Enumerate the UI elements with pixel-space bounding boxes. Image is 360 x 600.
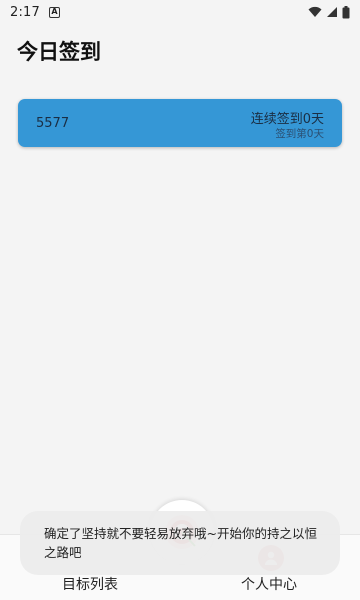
- checkin-number: 5577: [36, 116, 70, 131]
- page-title: 今日签到: [17, 40, 101, 64]
- streak-label: 连续签到0天: [250, 112, 324, 127]
- battery-icon: [342, 5, 350, 18]
- status-bar: 2:17 A: [0, 0, 360, 24]
- checkin-card[interactable]: 5577 连续签到0天 签到第0天: [18, 99, 342, 147]
- checkin-day-label: 签到第0天: [275, 128, 324, 140]
- toast-message: 确定了坚持就不要轻易放弃哦~开始你的持之以恒之路吧: [20, 511, 340, 575]
- status-time: 2:17: [10, 4, 40, 20]
- wifi-icon: [308, 6, 322, 17]
- app-notification-icon: A: [49, 6, 60, 18]
- tab-personal-center[interactable]: 个人中心: [214, 574, 324, 594]
- status-icons: [308, 5, 350, 19]
- signal-icon: [327, 7, 337, 17]
- tab-goal-list[interactable]: 目标列表: [35, 574, 145, 594]
